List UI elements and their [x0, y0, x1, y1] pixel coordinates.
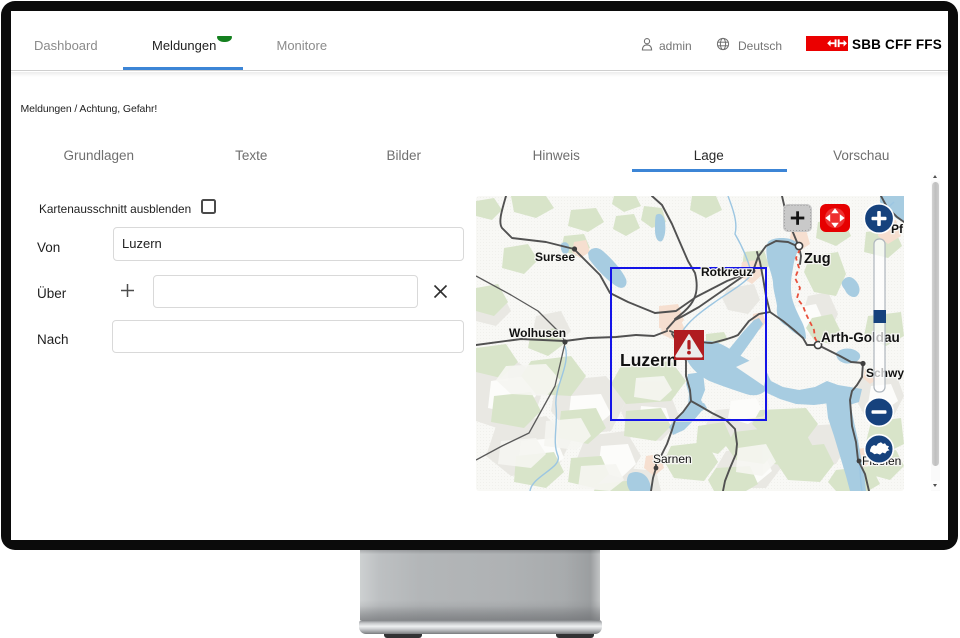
svg-text:Wolhusen: Wolhusen — [509, 326, 566, 340]
svg-text:Rotkreuz: Rotkreuz — [701, 265, 752, 279]
svg-text:Luzern: Luzern — [620, 350, 677, 370]
svg-text:Zug: Zug — [804, 251, 831, 267]
svg-text:Sarnen: Sarnen — [653, 452, 692, 466]
svg-text:Arth-Goldau: Arth-Goldau — [821, 330, 900, 345]
svg-text:Sursee: Sursee — [535, 250, 575, 264]
